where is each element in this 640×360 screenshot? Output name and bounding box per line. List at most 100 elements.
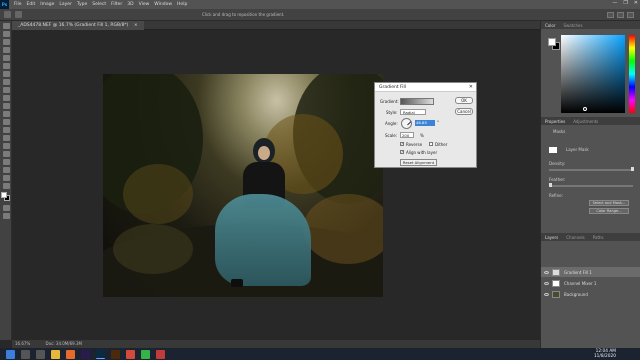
lasso-tool-icon[interactable] <box>2 39 10 45</box>
zoom-tool-icon[interactable] <box>2 175 10 181</box>
move-tool-icon[interactable] <box>4 11 11 18</box>
menu-edit[interactable]: Edit <box>27 2 36 7</box>
ok-button[interactable]: OK <box>455 97 473 104</box>
eye-icon[interactable] <box>544 270 549 274</box>
media-icon[interactable] <box>156 349 165 359</box>
slider-knob[interactable] <box>549 183 552 187</box>
reverse-checkbox[interactable]: ✓ <box>400 142 404 146</box>
dither-label: Dither <box>435 142 448 147</box>
firefox-icon[interactable] <box>66 349 75 359</box>
foreground-color-swatch[interactable] <box>1 192 7 198</box>
stamp-tool-icon[interactable] <box>2 87 10 93</box>
shape-tool-icon[interactable] <box>2 159 10 165</box>
history-brush-tool-icon[interactable] <box>2 95 10 101</box>
chrome-icon[interactable] <box>126 349 135 359</box>
menu-view[interactable]: View <box>139 2 150 7</box>
layer-row-gradient-fill[interactable]: Gradient Fill 1 <box>541 267 640 277</box>
cancel-button[interactable]: Cancel <box>455 108 473 115</box>
menu-image[interactable]: Image <box>40 2 54 7</box>
blur-tool-icon[interactable] <box>2 119 10 125</box>
quick-mask-icon[interactable] <box>2 205 10 211</box>
gradient-tool-icon[interactable] <box>2 111 10 117</box>
dodge-tool-icon[interactable] <box>2 127 10 133</box>
task-view-icon[interactable] <box>36 349 45 359</box>
marquee-tool-icon[interactable] <box>2 31 10 37</box>
brush-tool-icon[interactable] <box>2 79 10 85</box>
style-select[interactable]: Radial <box>400 109 426 115</box>
photoshop-taskbar-icon[interactable] <box>96 349 105 359</box>
reset-alignment-button[interactable]: Reset Alignment <box>400 159 437 166</box>
eye-icon[interactable] <box>544 281 549 285</box>
photo-canvas[interactable] <box>103 74 383 297</box>
color-range-button[interactable]: Color Range... <box>589 208 629 214</box>
color-picker-field[interactable] <box>561 35 625 113</box>
menu-window[interactable]: Window <box>154 2 172 7</box>
scale-input[interactable]: 200 <box>400 132 414 138</box>
screen-mode-icon[interactable] <box>2 213 10 219</box>
color-picker-cursor[interactable] <box>583 107 587 111</box>
menu-layer[interactable]: Layer <box>59 2 72 7</box>
eyedropper-tool-icon[interactable] <box>2 63 10 69</box>
tab-swatches[interactable]: Swatches <box>559 23 586 28</box>
taskbar: 12:04 AM 11/8/2020 <box>0 348 640 360</box>
tab-adjustments[interactable]: Adjustments <box>569 119 602 124</box>
dialog-close-icon[interactable]: ✕ <box>469 83 473 92</box>
feather-slider[interactable] <box>549 183 633 187</box>
layer-row-background[interactable]: Background <box>541 289 640 299</box>
path-select-tool-icon[interactable] <box>2 151 10 157</box>
dither-checkbox[interactable] <box>429 142 433 146</box>
menu-filter[interactable]: Filter <box>111 2 122 7</box>
restore-icon[interactable]: ❐ <box>623 0 627 6</box>
gradient-fill-dialog: Gradient Fill ✕ Gradient: Style: Radial … <box>374 82 477 168</box>
dialog-title: Gradient Fill <box>375 83 476 92</box>
search-icon[interactable] <box>21 349 30 359</box>
taskbar-clock[interactable]: 12:04 AM 11/8/2020 <box>594 349 616 359</box>
windows-start-icon[interactable] <box>6 349 15 359</box>
tab-channels[interactable]: Channels <box>562 235 589 240</box>
workspace-icon[interactable] <box>617 12 624 18</box>
auto-select-icon[interactable] <box>15 11 22 18</box>
hand-tool-icon[interactable] <box>2 167 10 173</box>
document-tab[interactable]: _ADS4478.NEF @ 16.7% (Gradient Fill 1, R… <box>12 21 144 30</box>
crop-tool-icon[interactable] <box>2 55 10 61</box>
menu-3d[interactable]: 3D <box>127 2 133 7</box>
eraser-tool-icon[interactable] <box>2 103 10 109</box>
foreground-color-swatch[interactable] <box>548 38 556 46</box>
premiere-icon[interactable] <box>81 349 90 359</box>
search-icon[interactable] <box>607 12 614 18</box>
color-swatches[interactable] <box>0 191 11 203</box>
angle-dial[interactable] <box>401 118 412 129</box>
menu-select[interactable]: Select <box>92 2 106 7</box>
tab-properties[interactable]: Properties <box>541 119 569 124</box>
tab-paths[interactable]: Paths <box>589 235 608 240</box>
share-icon[interactable] <box>627 12 634 18</box>
tab-color[interactable]: Color <box>541 23 559 28</box>
select-mask-button[interactable]: Select and Mask... <box>589 200 629 206</box>
menu-type[interactable]: Type <box>77 2 87 7</box>
move-tool-icon[interactable] <box>2 23 10 29</box>
close-icon[interactable]: ✕ <box>634 0 638 6</box>
pen-tool-icon[interactable] <box>2 135 10 141</box>
menu-help[interactable]: Help <box>177 2 187 7</box>
more-tools-icon[interactable] <box>2 183 10 189</box>
file-explorer-icon[interactable] <box>51 349 60 359</box>
illustrator-icon[interactable] <box>111 349 120 359</box>
quick-select-tool-icon[interactable] <box>2 47 10 53</box>
eye-icon[interactable] <box>544 292 549 296</box>
zoom-level[interactable]: 16.67% <box>15 341 30 346</box>
angle-input[interactable]: 46.85 <box>415 120 435 126</box>
align-checkbox[interactable]: ✓ <box>400 150 404 154</box>
tab-layers[interactable]: Layers <box>541 235 562 240</box>
density-slider[interactable] <box>549 167 634 171</box>
gradient-picker[interactable] <box>400 98 434 105</box>
whatsapp-icon[interactable] <box>141 349 150 359</box>
layer-mask-thumbnail[interactable] <box>549 147 557 153</box>
minimize-icon[interactable]: — <box>612 0 617 6</box>
tab-close-icon[interactable]: × <box>134 23 138 28</box>
slider-knob[interactable] <box>631 167 634 171</box>
menu-file[interactable]: File <box>14 2 22 7</box>
healing-tool-icon[interactable] <box>2 71 10 77</box>
hue-slider[interactable] <box>629 35 635 113</box>
layer-row-channel-mixer[interactable]: Channel Mixer 1 <box>541 278 640 288</box>
type-tool-icon[interactable] <box>2 143 10 149</box>
